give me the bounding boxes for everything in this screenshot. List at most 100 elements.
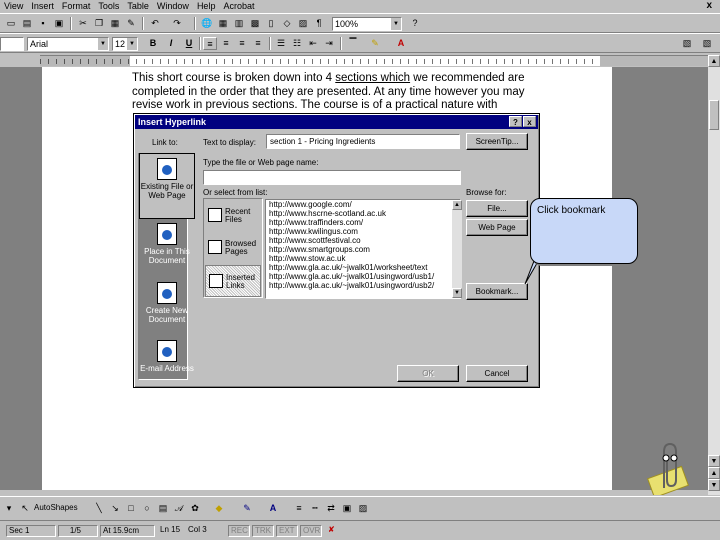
clip-art-icon[interactable]: ✿ — [188, 502, 202, 515]
numbering-icon[interactable]: ☰ — [274, 37, 288, 50]
dash-style-icon[interactable]: ┅ — [308, 502, 322, 515]
document-map-icon[interactable]: ▨ — [296, 17, 310, 30]
line-icon[interactable]: ╲ — [92, 502, 106, 515]
open-icon[interactable]: ▤ — [20, 17, 34, 30]
draw-menu-icon[interactable]: ▾ — [2, 502, 16, 515]
highlight-icon[interactable]: ✎ — [368, 37, 382, 50]
cancel-button[interactable]: Cancel — [466, 365, 528, 382]
status-ext[interactable]: EXT — [276, 525, 298, 537]
line-color-icon[interactable]: ✎ — [240, 502, 254, 515]
link-list[interactable]: http://www.google.com/ http://www.hscrne… — [265, 199, 461, 299]
horizontal-ruler[interactable] — [40, 55, 710, 66]
bullets-icon[interactable]: ☷ — [290, 37, 304, 50]
border-icon[interactable]: ▔ — [346, 37, 360, 50]
wordart-icon[interactable]: 𝒜 — [172, 502, 186, 515]
increase-indent-icon[interactable]: ⇥ — [322, 37, 336, 50]
status-ovr[interactable]: OVR — [300, 525, 322, 537]
dialog-title-bar[interactable]: Insert Hyperlink ? x — [135, 115, 538, 129]
scroll-down-icon[interactable]: ▼ — [708, 455, 720, 467]
columns-icon[interactable]: ▯ — [264, 17, 278, 30]
oval-icon[interactable]: ○ — [140, 502, 154, 515]
document-close-icon[interactable]: x — [702, 0, 716, 12]
ok-button[interactable]: OK — [397, 365, 459, 382]
list-item[interactable]: http://www.gla.ac.uk/~jwalk01/worksheet/… — [266, 263, 460, 272]
menu-view[interactable]: View — [0, 0, 27, 12]
list-item[interactable]: http://www.traffinders.com/ — [266, 218, 460, 227]
menu-table[interactable]: Table — [123, 0, 153, 12]
menu-insert[interactable]: Insert — [27, 0, 58, 12]
menu-help[interactable]: Help — [193, 0, 220, 12]
redo-icon[interactable]: ↷ — [170, 17, 184, 30]
hyperlink-text[interactable]: sections which — [335, 72, 410, 84]
acrobat-icon[interactable]: ▧ — [680, 37, 694, 50]
acrobat-email-icon[interactable]: ▧ — [700, 37, 714, 50]
previous-page-icon[interactable]: ▲ — [708, 467, 720, 479]
chevron-down-icon[interactable]: ▼ — [98, 38, 108, 50]
insert-table-icon[interactable]: ▥ — [232, 17, 246, 30]
justify-icon[interactable]: ≡ — [251, 37, 265, 50]
print-icon[interactable]: ▣ — [52, 17, 66, 30]
drawing-icon[interactable]: ◇ — [280, 17, 294, 30]
arrow-icon[interactable]: ↘ — [108, 502, 122, 515]
list-item[interactable]: http://www.scottfestival.co — [266, 236, 460, 245]
align-right-icon[interactable]: ≡ — [235, 37, 249, 50]
chevron-down-icon[interactable]: ▼ — [127, 38, 137, 50]
menu-window[interactable]: Window — [153, 0, 193, 12]
bold-button[interactable]: B — [146, 37, 160, 50]
link-place-in-document[interactable]: Place in This Document — [139, 219, 195, 285]
font-size-select[interactable]: 12 ▼ — [112, 37, 138, 51]
list-item[interactable]: http://www.google.com/ — [266, 200, 460, 209]
select-objects-icon[interactable]: ↖ — [18, 502, 32, 515]
fill-color-icon[interactable]: ◆ — [212, 502, 226, 515]
align-center-icon[interactable]: ≡ — [219, 37, 233, 50]
format-painter-icon[interactable]: ✎ — [124, 17, 138, 30]
browsed-pages-item[interactable]: Browsed Pages — [205, 232, 261, 264]
file-button[interactable]: File... — [466, 200, 528, 217]
link-existing-file[interactable]: Existing File or Web Page — [139, 153, 195, 219]
font-color-icon[interactable]: A — [394, 37, 408, 50]
scroll-up-icon[interactable]: ▲ — [708, 55, 720, 67]
font-select[interactable]: Arial ▼ — [27, 37, 109, 51]
menu-format[interactable]: Format — [58, 0, 95, 12]
document-text[interactable]: This short course is broken down into 4 … — [132, 72, 572, 113]
scroll-thumb[interactable] — [709, 100, 719, 130]
text-box-icon[interactable]: ▤ — [156, 502, 170, 515]
draw-font-color-icon[interactable]: A — [266, 502, 280, 515]
list-item[interactable]: http://www.gla.ac.uk/~jwalk01/usingword/… — [266, 272, 460, 281]
office-assistant-icon[interactable] — [642, 440, 692, 495]
scroll-up-icon[interactable]: ▲ — [452, 200, 462, 210]
list-item[interactable]: http://www.stow.ac.uk — [266, 254, 460, 263]
status-trk[interactable]: TRK — [252, 525, 274, 537]
list-item[interactable]: http://www.gla.ac.uk/~jwalk01/usingword/… — [266, 281, 460, 290]
list-item[interactable]: http://www.hscrne-scotland.ac.uk — [266, 209, 460, 218]
status-rec[interactable]: REC — [228, 525, 250, 537]
cut-icon[interactable]: ✂ — [76, 17, 90, 30]
list-item[interactable]: http://www.smartgroups.com — [266, 245, 460, 254]
help-icon[interactable]: ? — [509, 116, 522, 127]
tables-borders-icon[interactable]: ▦ — [216, 17, 230, 30]
align-left-icon[interactable]: ≡ — [203, 37, 217, 50]
list-scrollbar[interactable]: ▲ ▼ — [452, 200, 462, 298]
paste-icon[interactable]: ▦ — [108, 17, 122, 30]
link-create-new[interactable]: Create New Document — [139, 278, 195, 344]
undo-icon[interactable]: ↶ — [148, 17, 162, 30]
decrease-indent-icon[interactable]: ⇤ — [306, 37, 320, 50]
link-email[interactable]: E-mail Address — [139, 336, 195, 402]
zoom-select[interactable]: 100% ▼ — [332, 17, 402, 31]
next-page-icon[interactable]: ▼ — [708, 479, 720, 491]
file-or-web-input[interactable] — [203, 170, 461, 185]
spelling-status-icon[interactable]: ✘ — [326, 525, 340, 537]
autoshapes-menu[interactable]: AutoShapes — [34, 502, 78, 514]
list-item[interactable]: http://www.kwilingus.com — [266, 227, 460, 236]
style-select[interactable] — [0, 37, 24, 51]
shadow-icon[interactable]: ▣ — [340, 502, 354, 515]
scroll-down-icon[interactable]: ▼ — [452, 288, 462, 298]
close-icon[interactable]: x — [523, 116, 536, 127]
italic-button[interactable]: I — [164, 37, 178, 50]
office-assistant-icon[interactable]: ? — [408, 17, 422, 30]
screentip-button[interactable]: ScreenTip... — [466, 133, 528, 150]
menu-tools[interactable]: Tools — [94, 0, 123, 12]
3d-icon[interactable]: ▨ — [356, 502, 370, 515]
text-to-display-input[interactable]: section 1 - Pricing Ingredients — [266, 134, 460, 149]
show-hide-icon[interactable]: ¶ — [312, 17, 326, 30]
